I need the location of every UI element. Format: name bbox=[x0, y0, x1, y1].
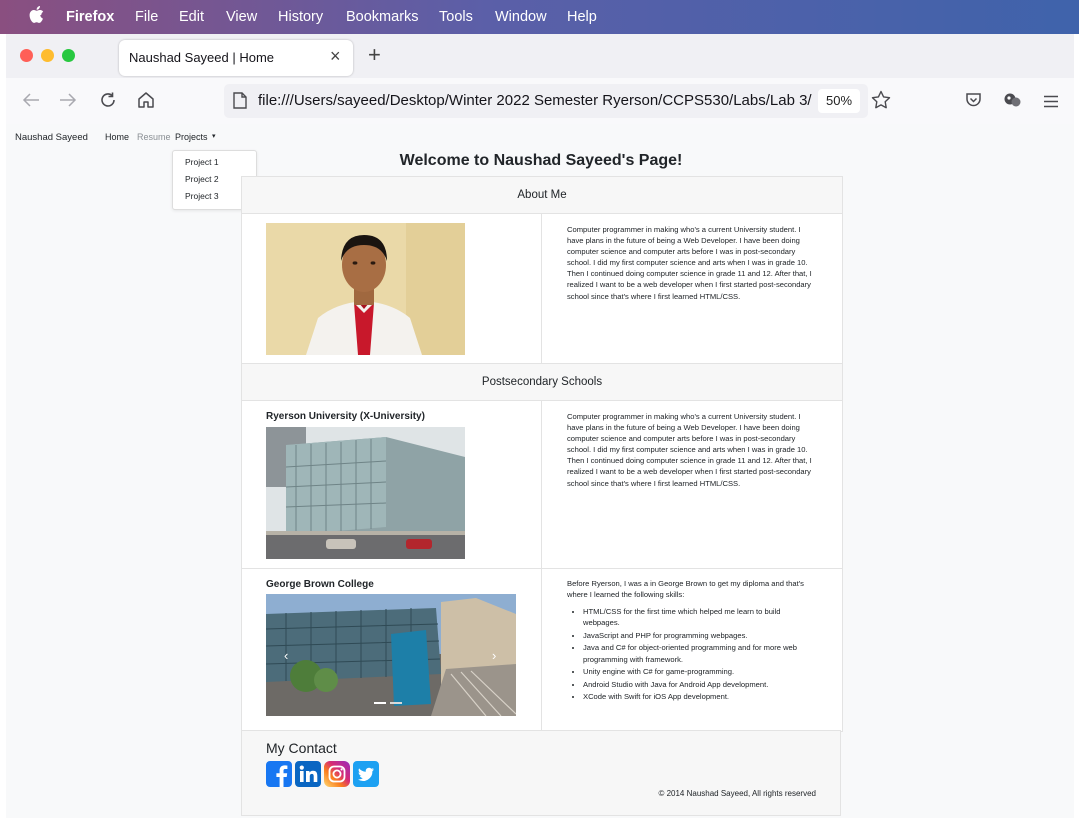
menu-view[interactable]: View bbox=[226, 9, 257, 25]
linkedin-icon[interactable] bbox=[295, 761, 321, 792]
macos-menubar: Firefox File Edit View History Bookmarks… bbox=[0, 0, 1079, 34]
skill-item: XCode with Swift for iOS App development… bbox=[583, 691, 819, 702]
pocket-icon[interactable] bbox=[965, 92, 982, 111]
forward-icon[interactable] bbox=[59, 92, 77, 111]
schools-header: Postsecondary Schools bbox=[241, 363, 843, 402]
skill-item: HTML/CSS for the first time which helped… bbox=[583, 606, 819, 628]
page-title: Welcome to Naushad Sayeed's Page! bbox=[399, 152, 683, 169]
skill-item: JavaScript and PHP for programming webpa… bbox=[583, 630, 819, 641]
skills-list: HTML/CSS for the first time which helped… bbox=[567, 606, 819, 702]
facebook-icon[interactable] bbox=[266, 761, 292, 792]
nav-link-resume[interactable]: Resume bbox=[137, 132, 171, 142]
menu-edit[interactable]: Edit bbox=[179, 9, 204, 25]
apple-icon[interactable] bbox=[29, 6, 44, 28]
zoom-level-button[interactable]: 50% bbox=[818, 89, 860, 113]
site-navbar: Naushad Sayeed Home Resume Projects ▾ bbox=[6, 124, 1074, 152]
carousel-next-icon[interactable] bbox=[489, 645, 503, 659]
home-icon[interactable] bbox=[137, 91, 155, 112]
about-me-header: About Me bbox=[241, 176, 843, 215]
contact-heading: My Contact bbox=[266, 740, 337, 756]
skill-item: Android Studio with Java for Android App… bbox=[583, 679, 819, 690]
back-icon[interactable] bbox=[22, 92, 40, 111]
menu-bookmarks[interactable]: Bookmarks bbox=[346, 9, 419, 25]
menu-app-firefox[interactable]: Firefox bbox=[66, 9, 114, 25]
bookmark-star-icon[interactable] bbox=[871, 90, 891, 112]
dropdown-item-project-2[interactable]: Project 2 bbox=[185, 174, 219, 184]
menu-file[interactable]: File bbox=[135, 9, 158, 25]
nav-link-projects[interactable]: Projects bbox=[175, 132, 208, 142]
close-window-button[interactable] bbox=[20, 49, 33, 62]
nav-link-home[interactable]: Home bbox=[105, 132, 129, 142]
zoom-window-button[interactable] bbox=[62, 49, 75, 62]
profile-photo bbox=[266, 223, 465, 355]
tab-home[interactable]: Naushad Sayeed | Home × bbox=[119, 40, 353, 76]
dropdown-item-project-1[interactable]: Project 1 bbox=[185, 157, 219, 167]
george-brown-intro: Before Ryerson, I was a in George Brown … bbox=[567, 579, 804, 600]
extension-icon[interactable] bbox=[1003, 91, 1021, 112]
new-tab-icon[interactable]: + bbox=[368, 42, 381, 68]
about-me-text: Computer programmer in making who's a cu… bbox=[567, 225, 812, 301]
ryerson-building-photo bbox=[266, 427, 465, 559]
url-text: file:///Users/sayeed/Desktop/Winter 2022… bbox=[258, 92, 812, 109]
george-brown-carousel[interactable]: ‹ › bbox=[266, 594, 516, 716]
menu-window[interactable]: Window bbox=[495, 9, 547, 25]
site-brand[interactable]: Naushad Sayeed bbox=[15, 132, 88, 143]
minimize-window-button[interactable] bbox=[41, 49, 54, 62]
menu-tools[interactable]: Tools bbox=[439, 9, 473, 25]
ryerson-name: Ryerson University (X-University) bbox=[266, 411, 425, 422]
dropdown-item-project-3[interactable]: Project 3 bbox=[185, 191, 219, 201]
hamburger-menu-icon[interactable] bbox=[1043, 93, 1059, 111]
caret-down-icon[interactable]: ▾ bbox=[212, 132, 216, 140]
twitter-icon[interactable] bbox=[353, 761, 379, 792]
url-bar[interactable]: file:///Users/sayeed/Desktop/Winter 2022… bbox=[224, 84, 868, 118]
menu-history[interactable]: History bbox=[278, 9, 323, 25]
ryerson-text: Computer programmer in making who's a cu… bbox=[567, 412, 812, 488]
george-brown-text: Before Ryerson, I was a in George Brown … bbox=[567, 578, 819, 704]
menu-help[interactable]: Help bbox=[567, 9, 597, 25]
reload-icon[interactable] bbox=[99, 91, 117, 112]
tab-close-icon[interactable]: × bbox=[330, 46, 341, 67]
skill-item: Unity engine with C# for game-programmin… bbox=[583, 666, 819, 677]
skill-item: Java and C# for object-oriented programm… bbox=[583, 642, 819, 664]
copyright-text: © 2014 Naushad Sayeed, All rights reserv… bbox=[658, 789, 816, 798]
page-icon bbox=[233, 92, 247, 114]
tab-title: Naushad Sayeed | Home bbox=[129, 50, 275, 65]
instagram-icon[interactable] bbox=[324, 761, 350, 792]
george-brown-name: George Brown College bbox=[266, 579, 374, 590]
carousel-prev-icon[interactable] bbox=[280, 645, 294, 659]
